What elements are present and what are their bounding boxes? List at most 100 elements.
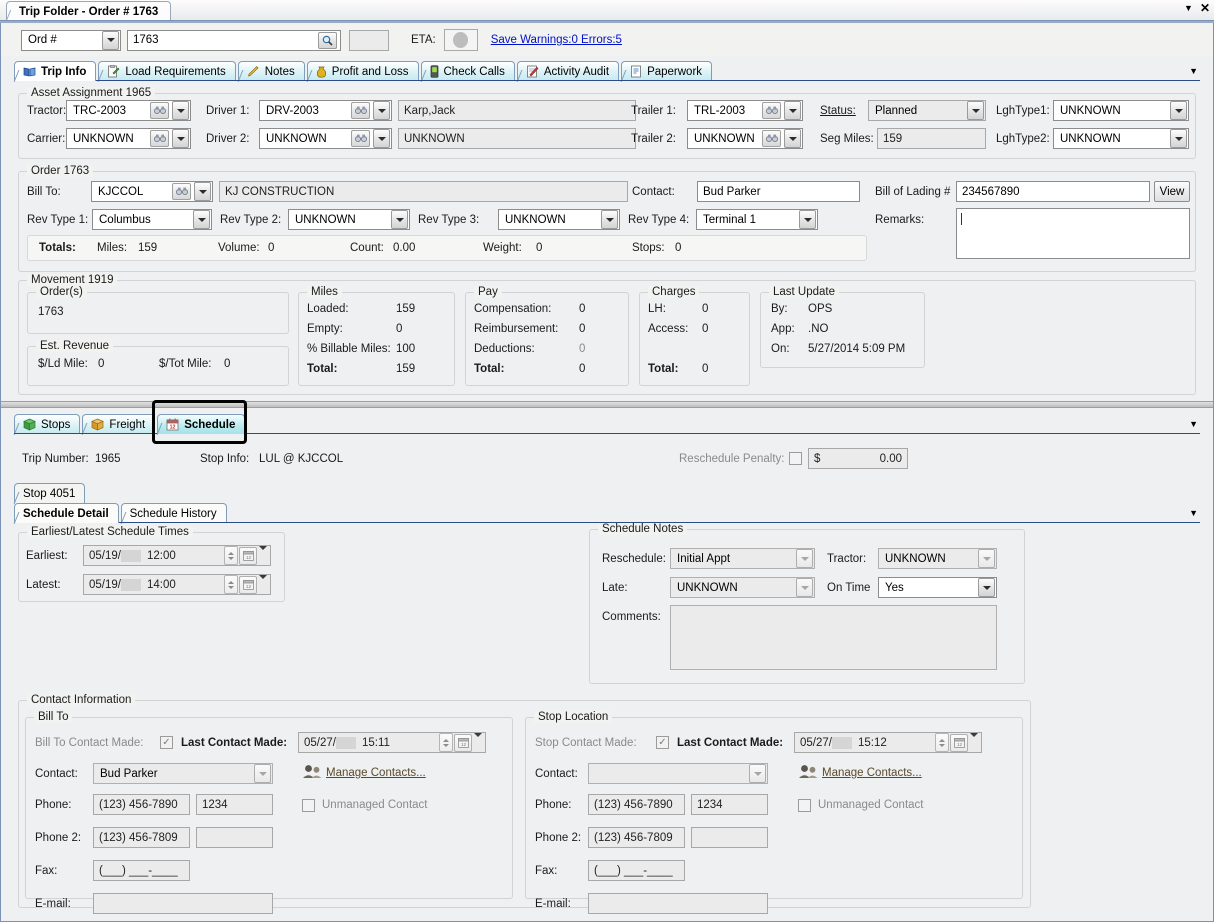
chevron-down-icon[interactable]	[102, 31, 119, 50]
tab-check-calls[interactable]: Check Calls	[421, 61, 515, 81]
lghtype1-select[interactable]: UNKNOWN	[1053, 100, 1189, 121]
chevron-down-icon[interactable]	[970, 737, 978, 749]
chevron-down-icon[interactable]: ▼	[1184, 1, 1193, 15]
order-contact-field[interactable]: Bud Parker	[697, 181, 860, 202]
chevron-down-icon[interactable]	[978, 549, 995, 568]
save-warnings-link[interactable]: Save Warnings:0 Errors:5	[491, 34, 622, 46]
chevron-down-icon[interactable]	[601, 210, 618, 229]
status-select[interactable]: Planned	[868, 100, 986, 121]
penalty-amount-field[interactable]: $ 0.00	[808, 448, 908, 469]
reschedule-select[interactable]: Initial Appt	[670, 548, 815, 569]
lghtype2-select[interactable]: UNKNOWN	[1053, 128, 1189, 149]
view-button[interactable]: View	[1154, 181, 1190, 202]
tab-freight[interactable]: Freight	[82, 414, 155, 434]
driver2-select[interactable]: UNKNOWN	[259, 128, 392, 149]
bol-field[interactable]: 234567890	[956, 181, 1150, 202]
rev-type4-select[interactable]: Terminal 1	[696, 209, 818, 230]
tab-schedule-detail[interactable]: Schedule Detail	[14, 503, 119, 523]
remarks-textarea[interactable]	[956, 208, 1190, 259]
reschedule-penalty-checkbox[interactable]	[789, 452, 802, 465]
binoculars-icon[interactable]	[150, 102, 169, 119]
calendar-icon[interactable]: 12	[950, 734, 968, 752]
rev-type1-select[interactable]: Columbus	[92, 209, 212, 230]
stop-phone2-ext-field[interactable]	[691, 827, 768, 848]
spinner-icon[interactable]	[935, 733, 949, 752]
binoculars-icon[interactable]	[150, 130, 169, 147]
trailer1-select[interactable]: TRL-2003	[687, 100, 803, 121]
stop-contact-made-checkbox[interactable]	[656, 736, 669, 749]
on-time-select[interactable]: Yes	[878, 577, 997, 598]
stop-contact-select[interactable]	[588, 763, 768, 784]
bottom-tab-overflow-chevron-icon[interactable]: ▼	[1189, 419, 1200, 429]
bill-to-manage-contacts-link[interactable]: Manage Contacts...	[326, 767, 426, 779]
carrier-select[interactable]: UNKNOWN	[66, 128, 191, 149]
chevron-down-icon[interactable]	[978, 578, 995, 597]
chevron-down-icon[interactable]	[172, 129, 189, 148]
order-number-input[interactable]: 1763	[127, 30, 341, 51]
stop-phone2-field[interactable]: (123) 456-7809	[588, 827, 685, 848]
secondary-field[interactable]	[349, 30, 389, 51]
late-select[interactable]: UNKNOWN	[670, 577, 815, 598]
calendar-icon[interactable]: 12	[454, 734, 472, 752]
chevron-down-icon[interactable]	[796, 578, 813, 597]
chevron-down-icon[interactable]	[1170, 129, 1187, 148]
stop-manage-contacts-link[interactable]: Manage Contacts...	[822, 767, 922, 779]
bill-to-last-contact-field[interactable]: 05/27/ 15:11 12	[298, 732, 486, 753]
bill-to-unmanaged-checkbox[interactable]	[302, 799, 315, 812]
chevron-down-icon[interactable]	[749, 764, 766, 783]
tab-profit-and-loss[interactable]: Profit and Loss	[307, 61, 419, 81]
binoculars-icon[interactable]	[351, 102, 370, 119]
chevron-down-icon[interactable]	[391, 210, 408, 229]
binoculars-icon[interactable]	[762, 102, 781, 119]
tab-notes[interactable]: Notes	[238, 61, 305, 81]
tab-activity-audit[interactable]: Activity Audit	[517, 61, 619, 81]
stop-email-field[interactable]	[588, 893, 768, 914]
bill-to-phone-ext-field[interactable]: 1234	[196, 794, 273, 815]
status-label[interactable]: Status:	[820, 105, 856, 117]
chevron-down-icon[interactable]	[373, 129, 390, 148]
tab-stop-4051[interactable]: Stop 4051	[14, 483, 85, 503]
tab-schedule-history[interactable]: Schedule History	[121, 503, 227, 523]
close-icon[interactable]: ✕	[1200, 1, 1210, 15]
record-type-select[interactable]: Ord #	[21, 30, 121, 51]
tab-paperwork[interactable]: Paperwork	[621, 61, 712, 81]
calendar-icon[interactable]: 12	[239, 576, 257, 594]
latest-datetime-field[interactable]: 05/19/ 14:00 12	[83, 574, 271, 595]
bill-to-phone-field[interactable]: (123) 456-7890	[93, 794, 190, 815]
spinner-icon[interactable]	[224, 575, 238, 594]
stop-last-contact-field[interactable]: 05/27/ 15:12 12	[794, 732, 982, 753]
tractor-note-select[interactable]: UNKNOWN	[878, 548, 997, 569]
chevron-down-icon[interactable]	[784, 101, 801, 120]
driver1-select[interactable]: DRV-2003	[259, 100, 392, 121]
chevron-down-icon[interactable]	[259, 579, 267, 591]
magnifier-icon[interactable]	[318, 32, 337, 49]
comments-textarea[interactable]	[670, 605, 997, 670]
chevron-down-icon[interactable]	[193, 210, 210, 229]
tab-stops[interactable]: Stops	[14, 414, 80, 434]
bill-to-email-field[interactable]	[93, 893, 273, 914]
window-title-tab[interactable]: Trip Folder - Order # 1763	[6, 1, 171, 20]
bill-to-phone2-field[interactable]: (123) 456-7809	[93, 827, 190, 848]
chevron-down-icon[interactable]	[1170, 101, 1187, 120]
stop-phone-ext-field[interactable]: 1234	[691, 794, 768, 815]
chevron-down-icon[interactable]	[172, 101, 189, 120]
panel-splitter[interactable]	[1, 401, 1213, 408]
chevron-down-icon[interactable]	[194, 182, 211, 201]
binoculars-icon[interactable]	[351, 130, 370, 147]
rev-type2-select[interactable]: UNKNOWN	[288, 209, 410, 230]
spinner-icon[interactable]	[224, 546, 238, 565]
earliest-datetime-field[interactable]: 05/19/ 12:00 12	[83, 545, 271, 566]
rev-type3-select[interactable]: UNKNOWN	[498, 209, 620, 230]
bill-to-contact-select[interactable]: Bud Parker	[93, 763, 273, 784]
chevron-down-icon[interactable]	[784, 129, 801, 148]
bill-to-phone2-ext-field[interactable]	[196, 827, 273, 848]
binoculars-icon[interactable]	[172, 183, 191, 200]
binoculars-icon[interactable]	[762, 130, 781, 147]
stop-unmanaged-checkbox[interactable]	[798, 799, 811, 812]
trailer2-select[interactable]: UNKNOWN	[687, 128, 803, 149]
tractor-select[interactable]: TRC-2003	[66, 100, 191, 121]
chevron-down-icon[interactable]	[373, 101, 390, 120]
bill-to-contact-made-checkbox[interactable]	[160, 736, 173, 749]
chevron-down-icon[interactable]	[474, 737, 482, 749]
chevron-down-icon[interactable]	[967, 101, 984, 120]
